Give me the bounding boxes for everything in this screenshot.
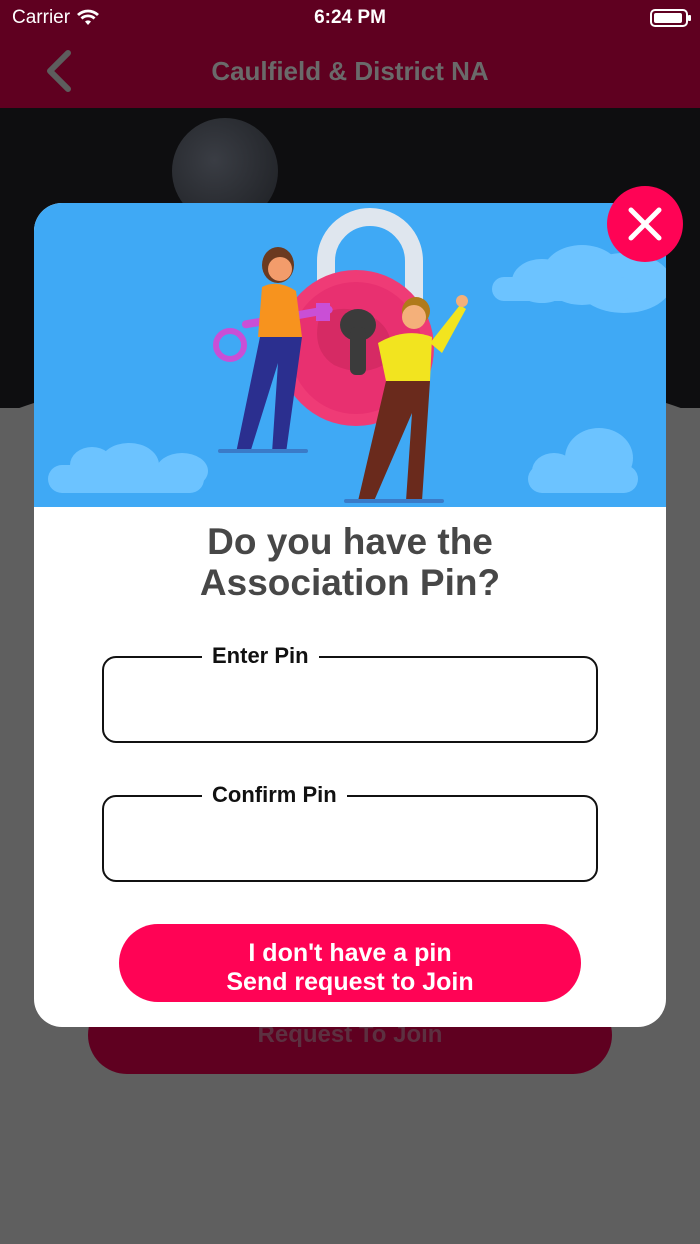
close-dialog-button[interactable] — [607, 186, 683, 262]
page-title: Caulfield & District NA — [211, 56, 489, 86]
dialog-heading-line2: Association Pin? — [199, 562, 501, 603]
send-join-request-button[interactable]: I don't have a pin Send request to Join — [119, 924, 581, 1002]
confirm-pin-field[interactable]: Confirm Pin — [102, 780, 598, 882]
enter-pin-input[interactable] — [116, 672, 584, 728]
confirm-pin-input[interactable] — [116, 811, 584, 867]
enter-pin-label: Enter Pin — [202, 641, 319, 671]
padlock-illustration — [34, 203, 666, 507]
battery-icon — [650, 9, 691, 27]
cta-line1: I don't have a pin — [248, 938, 452, 967]
clock: 6:24 PM — [314, 7, 386, 28]
close-icon — [628, 207, 662, 241]
dialog-heading-line1: Do you have the — [207, 521, 493, 562]
status-bar: Carrier 6:24 PM — [0, 0, 700, 36]
dialog-heading: Do you have the Association Pin? — [34, 521, 666, 603]
cta-line2: Send request to Join — [226, 967, 474, 996]
nav-bar: Caulfield & District NA — [0, 36, 700, 108]
enter-pin-field[interactable]: Enter Pin — [102, 641, 598, 743]
confirm-pin-label: Confirm Pin — [202, 780, 347, 810]
association-pin-dialog: Do you have the Association Pin? Enter P… — [34, 203, 666, 1027]
padlock-key-people-illustration — [48, 208, 666, 503]
